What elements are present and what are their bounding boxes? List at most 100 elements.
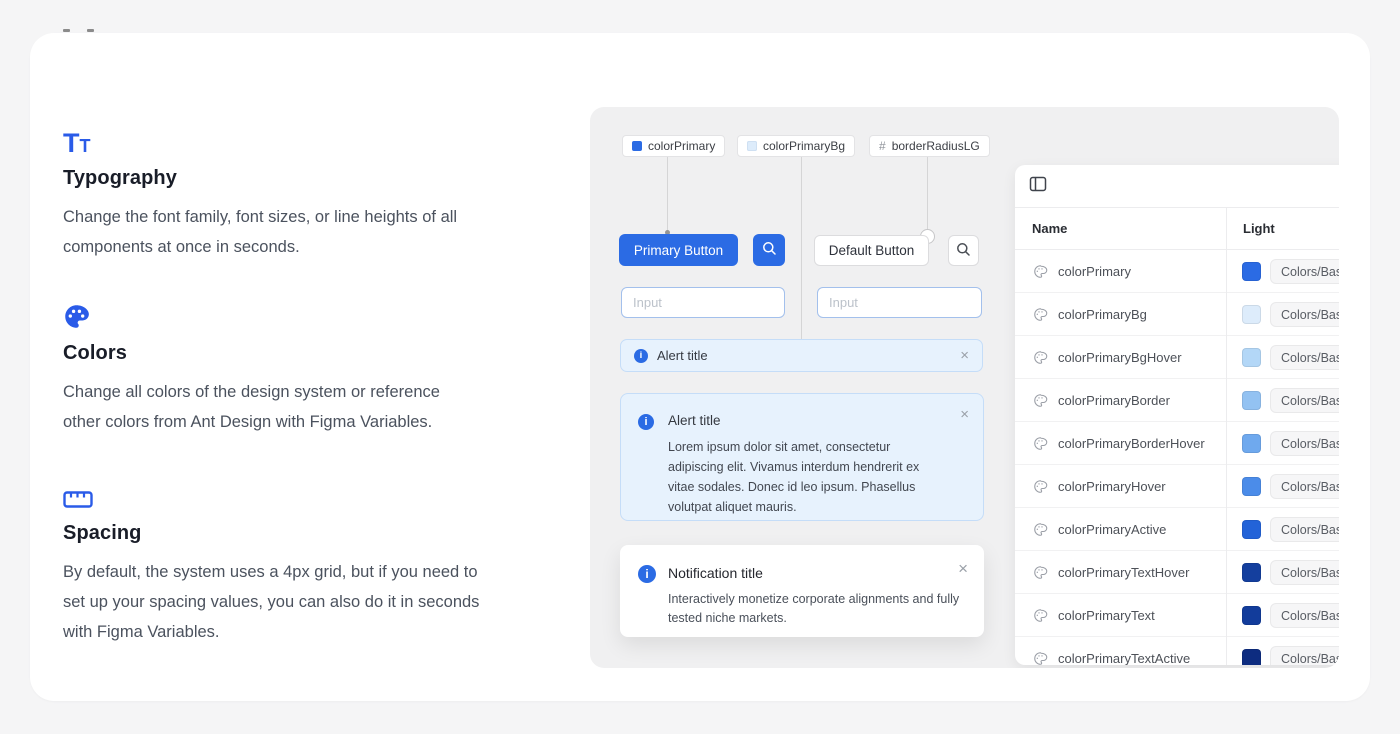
- value-alias-chip[interactable]: Colors/Base: [1270, 560, 1339, 585]
- variables-table-card: Name Light colorPrimary Colors/Base colo…: [1015, 165, 1339, 665]
- search-icon: [762, 241, 777, 259]
- table-row[interactable]: colorPrimaryActive Colors/Base: [1015, 508, 1339, 551]
- primary-search-button[interactable]: [753, 234, 785, 266]
- table-row[interactable]: colorPrimaryBorder Colors/Base: [1015, 379, 1339, 422]
- palette-icon: [1033, 522, 1048, 542]
- feature-colors: Colors Change all colors of the design s…: [63, 298, 463, 437]
- table-row[interactable]: colorPrimaryBgHover Colors/Base: [1015, 336, 1339, 379]
- text-input[interactable]: [817, 287, 982, 318]
- value-alias-chip[interactable]: Colors/Base: [1270, 646, 1339, 665]
- connector-line: [667, 157, 668, 233]
- info-icon: i: [638, 414, 654, 430]
- table-body: colorPrimary Colors/Base colorPrimaryBg …: [1015, 250, 1339, 665]
- clipped-text-fragment: [63, 29, 70, 32]
- variable-name: colorPrimaryTextHover: [1058, 565, 1189, 580]
- feature-typography: TT Typography Change the font family, fo…: [63, 123, 515, 262]
- color-swatch: [1242, 305, 1261, 324]
- close-icon[interactable]: ×: [960, 407, 969, 422]
- value-chip-label: Colors/Base: [1281, 265, 1339, 279]
- notification-body: Interactively monetize corporate alignme…: [668, 590, 976, 628]
- notification-card: i Notification title Interactively monet…: [620, 545, 984, 637]
- notification-title: Notification title: [668, 565, 763, 581]
- palette-icon: [1033, 393, 1048, 413]
- info-icon: i: [638, 565, 656, 583]
- palette-icon: [63, 298, 463, 330]
- variable-name: colorPrimaryHover: [1058, 479, 1166, 494]
- feature-title: Typography: [63, 167, 515, 190]
- variable-tag-colorPrimary[interactable]: colorPrimary: [622, 135, 725, 157]
- value-chip-label: Colors/Base: [1281, 480, 1339, 494]
- close-icon[interactable]: ×: [958, 560, 968, 577]
- variable-name: colorPrimaryTextActive: [1058, 651, 1190, 665]
- color-swatch: [1242, 391, 1261, 410]
- table-row[interactable]: colorPrimary Colors/Base: [1015, 250, 1339, 293]
- tag-label: colorPrimary: [648, 139, 715, 153]
- variable-name: colorPrimaryBorder: [1058, 393, 1170, 408]
- default-search-button[interactable]: [948, 235, 979, 266]
- column-header-light: Light: [1226, 221, 1275, 236]
- value-chip-label: Colors/Base: [1281, 566, 1339, 580]
- color-swatch: [1242, 606, 1261, 625]
- value-alias-chip[interactable]: Colors/Base: [1270, 603, 1339, 628]
- value-chip-label: Colors/Base: [1281, 523, 1339, 537]
- panel-layout-icon[interactable]: [1029, 175, 1047, 198]
- tag-color-swatch: [747, 141, 757, 151]
- feature-title: Spacing: [63, 522, 483, 545]
- variable-name: colorPrimaryText: [1058, 608, 1155, 623]
- variable-tag-borderRadiusLG[interactable]: # borderRadiusLG: [869, 135, 990, 157]
- column-divider: [1226, 207, 1227, 665]
- value-alias-chip[interactable]: Colors/Base: [1270, 431, 1339, 456]
- tag-label: borderRadiusLG: [892, 139, 980, 153]
- value-chip-label: Colors/Base: [1281, 609, 1339, 623]
- value-alias-chip[interactable]: Colors/Base: [1270, 474, 1339, 499]
- color-swatch: [1242, 477, 1261, 496]
- ruler-icon: [63, 478, 483, 510]
- tag-color-swatch: [632, 141, 642, 151]
- alert-title: Alert title: [657, 348, 708, 363]
- alert-title: Alert title: [668, 413, 721, 428]
- table-row[interactable]: colorPrimaryHover Colors/Base: [1015, 465, 1339, 508]
- feature-description: Change the font family, font sizes, or l…: [63, 202, 515, 262]
- table-row[interactable]: colorPrimaryText Colors/Base: [1015, 594, 1339, 637]
- table-row[interactable]: colorPrimaryBorderHover Colors/Base: [1015, 422, 1339, 465]
- alert-banner: i Alert title ×: [620, 339, 983, 372]
- table-row[interactable]: colorPrimaryTextActive Colors/Base: [1015, 637, 1339, 665]
- variable-name: colorPrimaryBgHover: [1058, 350, 1182, 365]
- value-chip-label: Colors/Base: [1281, 394, 1339, 408]
- variable-name: colorPrimaryActive: [1058, 522, 1166, 537]
- feature-description: By default, the system uses a 4px grid, …: [63, 557, 483, 647]
- palette-icon: [1033, 350, 1048, 370]
- variable-name: colorPrimaryBg: [1058, 307, 1147, 322]
- value-alias-chip[interactable]: Colors/Base: [1270, 259, 1339, 284]
- variable-name: colorPrimary: [1058, 264, 1131, 279]
- value-alias-chip[interactable]: Colors/Base: [1270, 517, 1339, 542]
- variable-tag-colorPrimaryBg[interactable]: colorPrimaryBg: [737, 135, 855, 157]
- feature-title: Colors: [63, 342, 463, 365]
- table-row[interactable]: colorPrimaryBg Colors/Base: [1015, 293, 1339, 336]
- info-icon: i: [634, 349, 648, 363]
- default-button[interactable]: Default Button: [814, 235, 929, 266]
- typography-icon: TT: [63, 123, 515, 155]
- text-input[interactable]: [621, 287, 785, 318]
- feature-spacing: Spacing By default, the system uses a 4p…: [63, 478, 483, 647]
- value-chip-label: Colors/Base: [1281, 652, 1339, 666]
- value-chip-label: Colors/Base: [1281, 308, 1339, 322]
- palette-icon: [1033, 479, 1048, 499]
- table-toolbar: [1015, 165, 1339, 207]
- table-row[interactable]: colorPrimaryTextHover Colors/Base: [1015, 551, 1339, 594]
- primary-button[interactable]: Primary Button: [619, 234, 738, 266]
- value-alias-chip[interactable]: Colors/Base: [1270, 302, 1339, 327]
- value-alias-chip[interactable]: Colors/Base: [1270, 388, 1339, 413]
- palette-icon: [1033, 608, 1048, 628]
- table-header-row: Name Light: [1015, 207, 1339, 250]
- feature-description: Change all colors of the design system o…: [63, 377, 463, 437]
- value-alias-chip[interactable]: Colors/Base: [1270, 345, 1339, 370]
- color-swatch: [1242, 434, 1261, 453]
- palette-icon: [1033, 565, 1048, 585]
- close-icon[interactable]: ×: [960, 348, 969, 363]
- clipped-text-fragment: [87, 29, 94, 32]
- number-variable-icon: #: [879, 139, 886, 153]
- palette-icon: [1033, 651, 1048, 665]
- color-swatch: [1242, 348, 1261, 367]
- page-card: TT Typography Change the font family, fo…: [30, 33, 1370, 701]
